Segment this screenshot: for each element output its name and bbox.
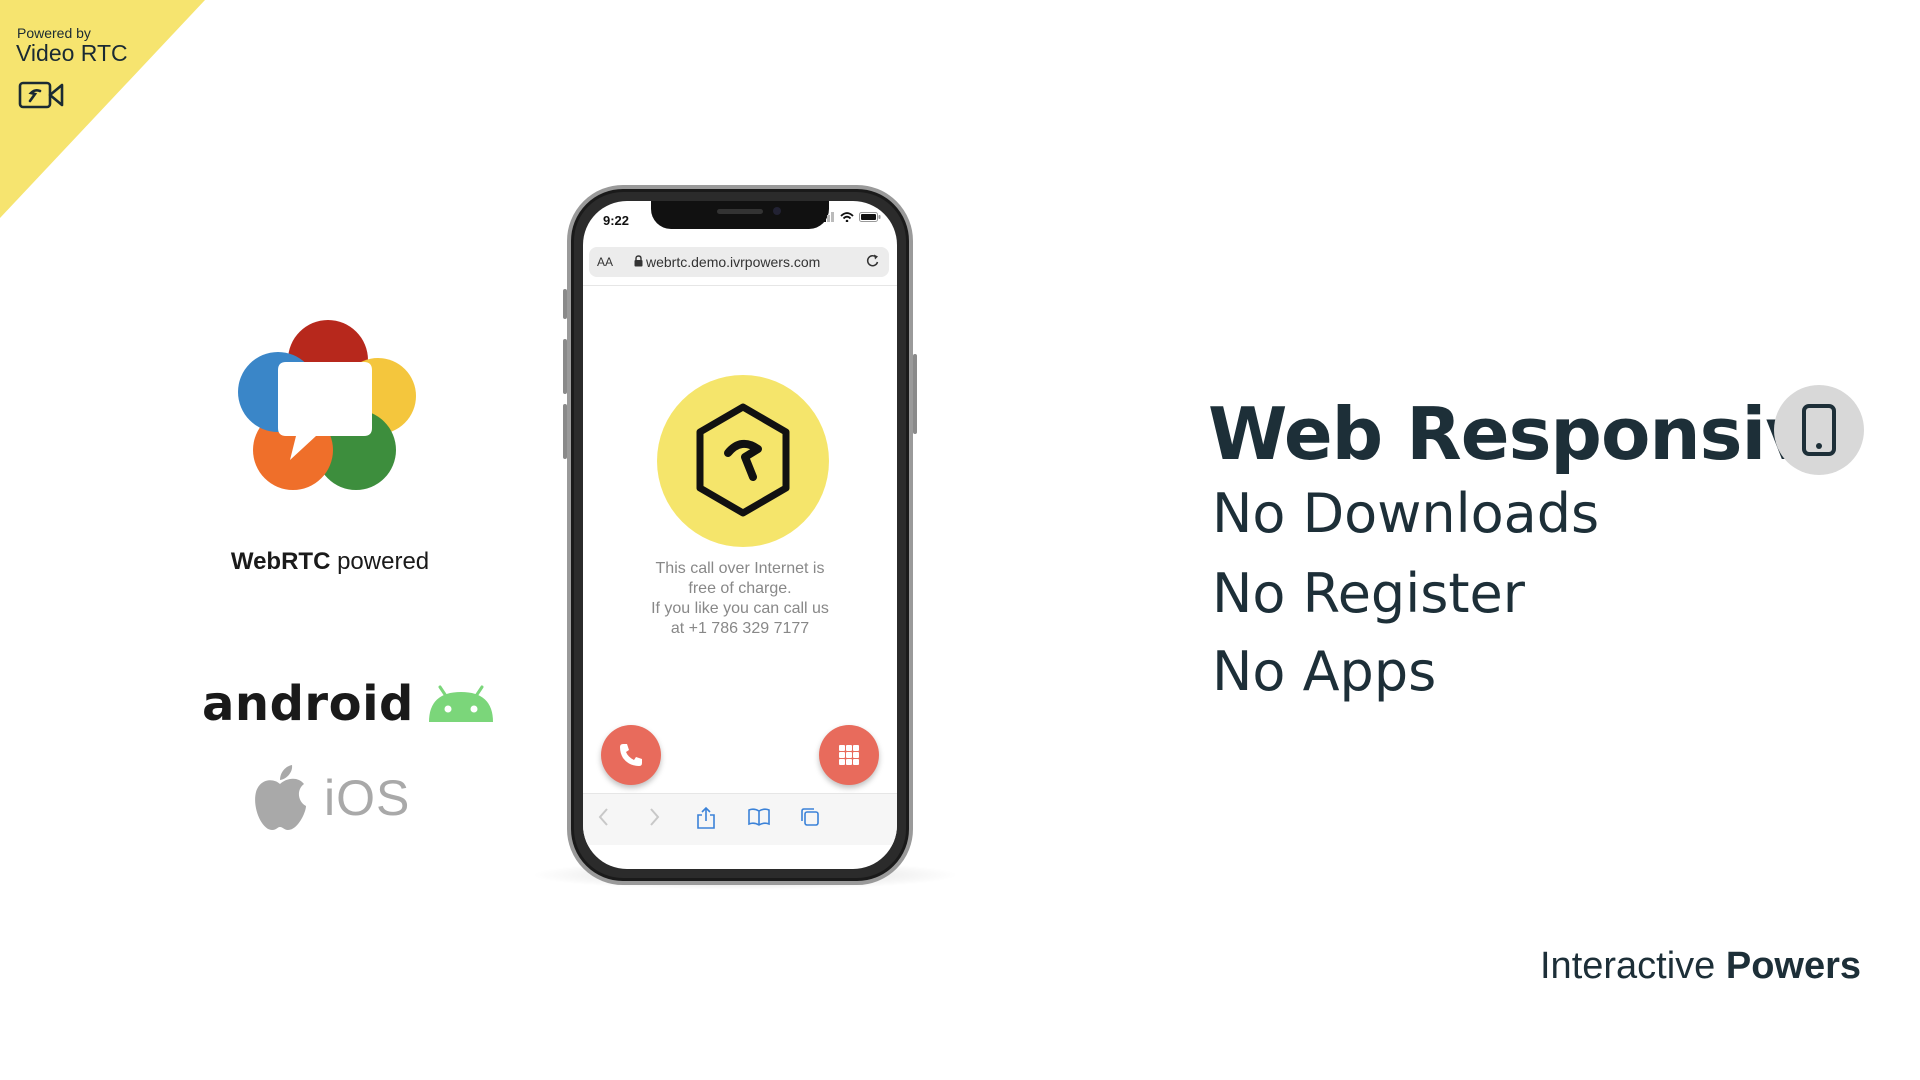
call-button[interactable]: [601, 725, 661, 785]
wifi-icon: [840, 212, 854, 222]
mobile-badge: [1774, 385, 1864, 475]
bookmarks-icon[interactable]: [747, 806, 771, 828]
mute-switch: [563, 289, 567, 319]
dialpad-button[interactable]: [819, 725, 879, 785]
webrtc-caption: WebRTC powered: [200, 548, 460, 576]
ios-wordmark: iOS: [324, 770, 411, 826]
product-name: Video RTC: [16, 40, 128, 66]
smartphone-icon: [1802, 404, 1836, 456]
lock-icon: [634, 255, 643, 267]
notch-camera: [773, 207, 781, 215]
tabs-icon[interactable]: [799, 806, 821, 828]
feature-no-apps: No Apps: [1212, 640, 1437, 703]
browser-url-bar[interactable]: AA webrtc.demo.ivrpowers.com: [589, 247, 889, 277]
phone-notch: [651, 201, 829, 229]
feature-no-downloads: No Downloads: [1212, 482, 1600, 545]
share-icon[interactable]: [695, 806, 717, 830]
webrtc-logo: [238, 320, 416, 490]
call-info-line-3: If you like you can call us: [651, 600, 829, 617]
brand-logo-circle: [657, 375, 829, 547]
battery-icon: [859, 212, 881, 222]
call-info-line-2: free of charge.: [688, 580, 792, 597]
brand-bold: Powers: [1725, 945, 1862, 987]
reload-icon[interactable]: [865, 253, 881, 269]
feature-no-register: No Register: [1212, 562, 1525, 625]
phone-icon: [620, 744, 642, 766]
phone-screen: 9:22 AA webrtc.demo.ivrpowers.com This c…: [583, 201, 897, 869]
call-info-text: This call over Internet is free of charg…: [603, 559, 877, 639]
url-text: webrtc.demo.ivrpowers.com: [646, 254, 821, 270]
brand-wordmark: Interactive Powers: [1540, 945, 1861, 988]
headline: Web Responsive: [1208, 392, 1860, 476]
forward-icon[interactable]: [645, 806, 663, 828]
apple-icon: [255, 765, 306, 830]
brand-light: Interactive: [1540, 945, 1726, 987]
webrtc-caption-rest: powered: [330, 548, 430, 575]
brand-hexagon-icon: [696, 403, 790, 517]
back-icon[interactable]: [595, 806, 613, 828]
signal-icon: [819, 212, 834, 222]
power-button: [913, 354, 917, 434]
video-camera-icon: [18, 81, 64, 109]
android-robot-icon: [428, 685, 493, 722]
volume-up-button: [563, 339, 567, 394]
android-logo: android: [202, 676, 496, 732]
call-info-line-1: This call over Internet is: [655, 560, 825, 577]
dialpad-icon: [839, 745, 859, 765]
browser-toolbar: [583, 793, 897, 845]
reader-text-size-button[interactable]: AA: [597, 255, 613, 269]
android-wordmark: android: [202, 676, 414, 732]
ios-logo: iOS: [252, 764, 410, 832]
volume-down-button: [563, 404, 567, 459]
url-divider: [583, 285, 897, 286]
status-time: 9:22: [603, 213, 630, 228]
powered-by-label: Powered by: [17, 25, 91, 41]
powered-by-badge: Powered by Video RTC: [0, 0, 210, 220]
phone-mockup: 9:22 AA webrtc.demo.ivrpowers.com This c…: [563, 185, 917, 885]
call-info-line-4: at +1 786 329 7177: [670, 620, 810, 637]
status-icons: [819, 212, 881, 222]
notch-speaker: [717, 209, 763, 214]
webrtc-caption-bold: WebRTC: [230, 548, 331, 575]
